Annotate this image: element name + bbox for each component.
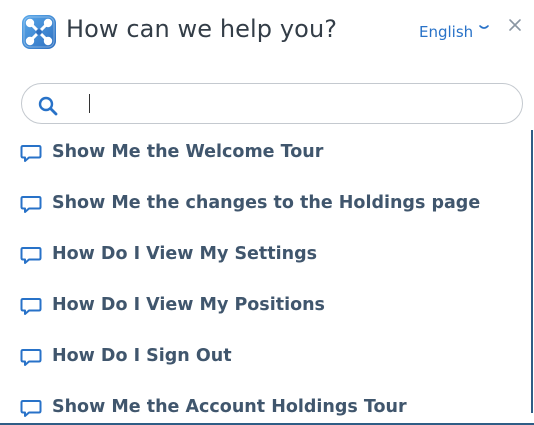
list-item-label: How Do I View My Positions [52,295,325,315]
scrollbar[interactable] [531,130,533,413]
list-item-label: How Do I Sign Out [52,346,232,366]
help-panel: How can we help you? English Show Me the… [0,0,534,425]
list-item[interactable]: Show Me the Welcome Tour [0,128,528,168]
chat-bubble-icon [20,297,42,317]
chat-bubble-icon [20,195,42,215]
search-box[interactable] [21,83,523,124]
list-item[interactable]: How Do I View My Settings [0,230,528,270]
app-logo-icon [21,14,57,50]
help-topic-list: Show Me the Welcome Tour Show Me the cha… [0,128,528,423]
chat-bubble-icon [20,399,42,419]
chat-bubble-icon [20,246,42,266]
list-item[interactable]: Show Me the changes to the Holdings page [0,179,528,219]
list-item-label: Show Me the Account Holdings Tour [52,397,407,417]
list-item[interactable]: How Do I Sign Out [0,332,528,372]
text-caret [89,94,90,113]
list-item-label: Show Me the Welcome Tour [52,142,324,162]
page-title: How can we help you? [66,15,338,43]
search-input[interactable] [66,91,506,117]
list-item[interactable]: How Do I View My Positions [0,281,528,321]
chat-bubble-icon [20,144,42,164]
chevron-down-icon[interactable] [478,18,490,32]
language-selector[interactable]: English [419,23,473,41]
list-item-label: How Do I View My Settings [52,244,318,264]
search-icon [37,95,59,117]
list-item-label: Show Me the changes to the Holdings page [52,193,481,213]
help-header: How can we help you? English [0,0,534,66]
list-item[interactable]: Show Me the Account Holdings Tour [0,383,528,423]
chat-bubble-icon [20,348,42,368]
close-icon[interactable] [508,17,522,31]
